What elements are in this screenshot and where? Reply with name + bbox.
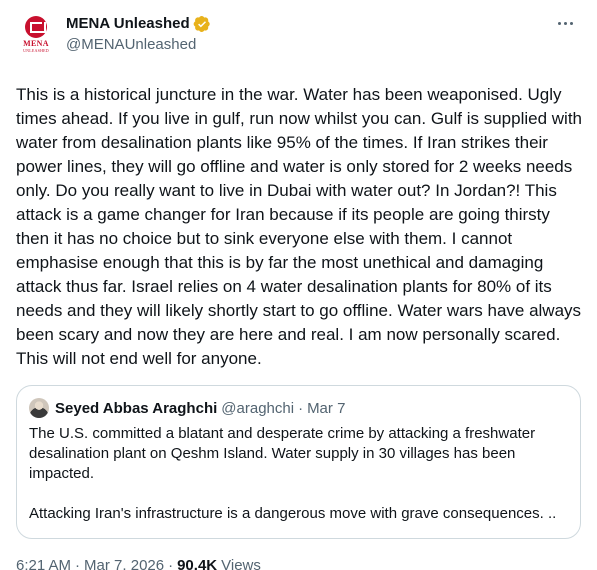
separator-dot: ·: [75, 557, 81, 570]
tweet-date[interactable]: Mar 7, 2026: [84, 556, 164, 570]
quoted-tweet-date: Mar 7: [307, 399, 346, 417]
quoted-paragraph-2: Attacking Iran's infrastructure is a dan…: [29, 505, 557, 522]
views-count[interactable]: 90.4K: [177, 556, 217, 570]
tweet-header: MENA UNLEASHED MENA Unleashed @MENAUnlea…: [16, 14, 581, 62]
author-names: MENA Unleashed @MENAUnleashed: [66, 14, 211, 55]
separator-dot: ·: [298, 399, 304, 417]
avatar-logo-subtext: UNLEASHED: [23, 48, 49, 53]
quoted-tweet-text: The U.S. committed a blatant and despera…: [29, 424, 568, 524]
more-horizontal-icon[interactable]: [554, 18, 577, 29]
avatar-logo-mark: [25, 16, 47, 38]
views-label: Views: [221, 557, 261, 570]
quoted-tweet[interactable]: Seyed Abbas Araghchi @araghchi · Mar 7 T…: [16, 385, 581, 539]
verified-badge-icon[interactable]: [193, 15, 211, 33]
quoted-author-avatar: [29, 398, 49, 418]
author-display-name[interactable]: MENA Unleashed: [66, 14, 190, 34]
quoted-paragraph-1: The U.S. committed a blatant and despera…: [29, 425, 536, 482]
tweet-time[interactable]: 6:21 AM: [16, 556, 71, 570]
separator-dot: ·: [168, 557, 174, 570]
avatar-logo-text: MENA: [23, 39, 49, 48]
tweet-metadata: 6:21 AM · Mar 7, 2026 · 90.4K Views: [16, 556, 581, 570]
tweet-text: This is a historical juncture in the war…: [16, 85, 583, 368]
quoted-author-handle: @araghchi: [221, 399, 295, 417]
avatar[interactable]: MENA UNLEASHED: [16, 15, 56, 55]
author-handle[interactable]: @MENAUnleashed: [66, 35, 211, 55]
quoted-author-display-name: Seyed Abbas Araghchi: [55, 399, 218, 417]
quoted-tweet-header: Seyed Abbas Araghchi @araghchi · Mar 7: [29, 398, 568, 418]
tweet[interactable]: MENA UNLEASHED MENA Unleashed @MENAUnlea…: [0, 0, 597, 570]
